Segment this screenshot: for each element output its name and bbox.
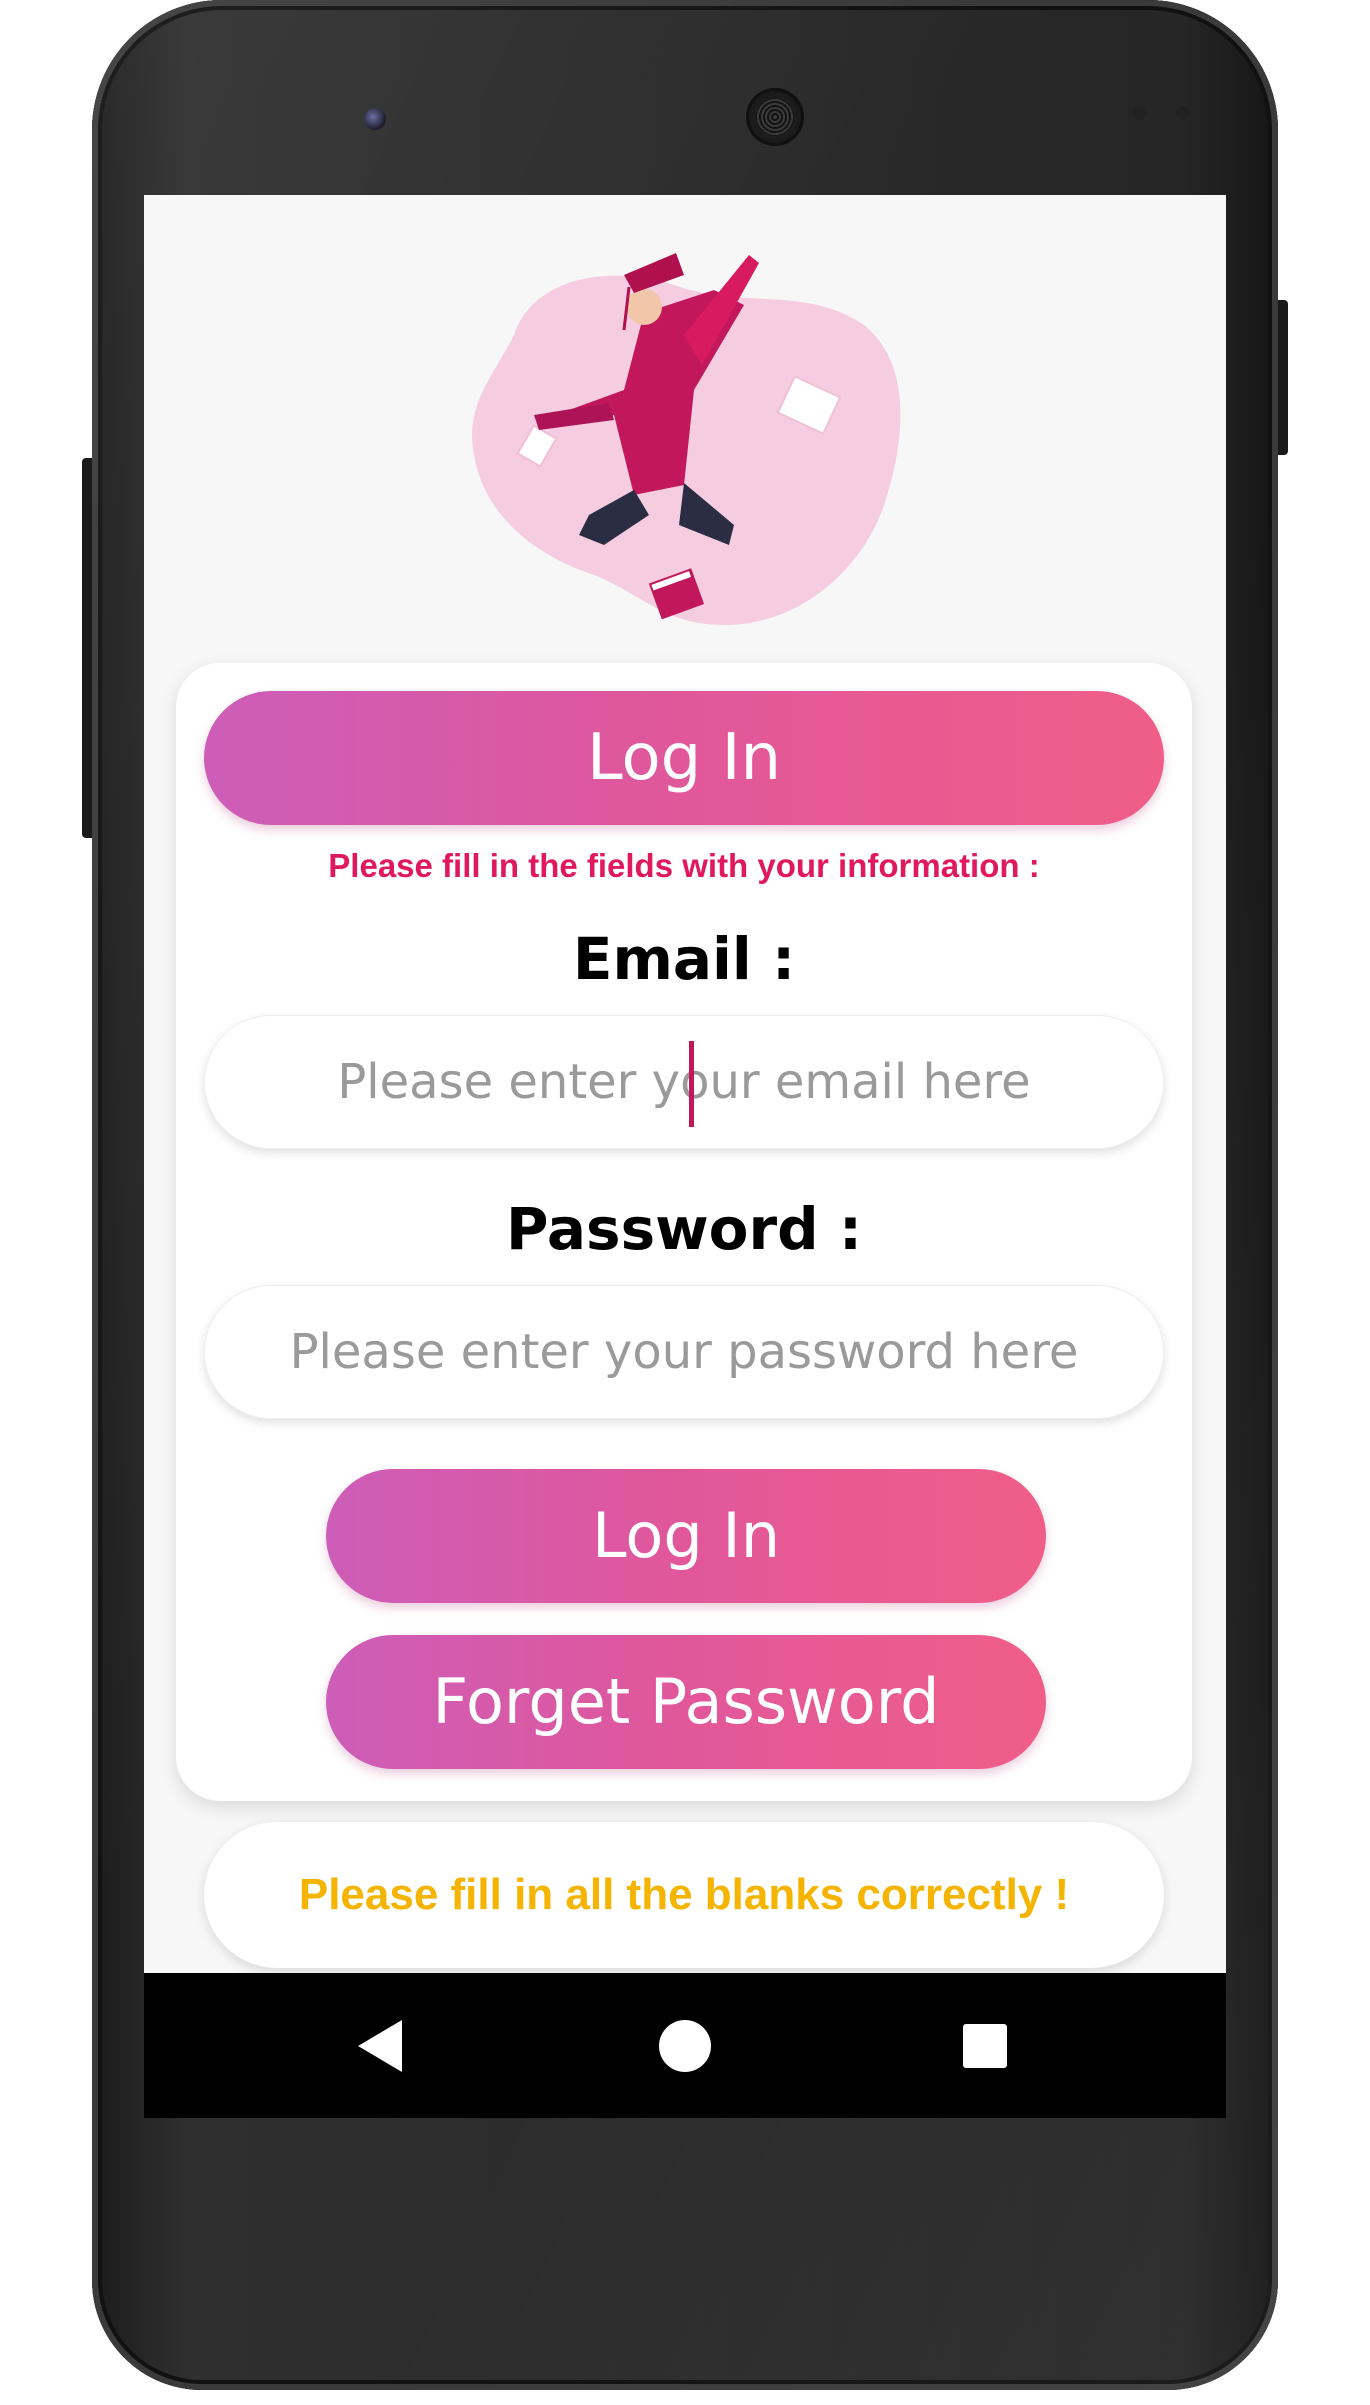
back-icon bbox=[358, 2020, 402, 2072]
recents-icon bbox=[963, 2024, 1007, 2068]
email-label: Email : bbox=[572, 925, 796, 993]
password-label: Password : bbox=[505, 1195, 863, 1263]
recents-button[interactable] bbox=[925, 1973, 1045, 2118]
password-placeholder: Please enter your password here bbox=[289, 1324, 1079, 1380]
error-message: Please fill in all the blanks correctly … bbox=[204, 1822, 1164, 1968]
back-button[interactable] bbox=[320, 1973, 440, 2118]
password-field[interactable]: Please enter your password here bbox=[204, 1285, 1164, 1419]
header-login-button[interactable]: Log In bbox=[204, 691, 1164, 825]
email-field[interactable]: Please enter your email here bbox=[204, 1015, 1164, 1149]
graduate-illustration bbox=[472, 253, 901, 625]
home-button[interactable] bbox=[625, 1973, 745, 2118]
login-button[interactable]: Log In bbox=[326, 1469, 1046, 1603]
forget-password-button[interactable]: Forget Password bbox=[326, 1635, 1046, 1769]
sensor-icon bbox=[1176, 106, 1190, 120]
front-camera-icon bbox=[364, 108, 386, 130]
earpiece-speaker-icon bbox=[746, 88, 804, 146]
system-nav-bar bbox=[144, 1973, 1226, 2118]
sensor-icon bbox=[1132, 106, 1146, 120]
email-placeholder: Please enter your email here bbox=[337, 1054, 1031, 1110]
home-icon bbox=[659, 2020, 711, 2072]
login-card: Log In Please fill in the fields with yo… bbox=[176, 663, 1192, 1801]
instruction-text: Please fill in the fields with your info… bbox=[328, 847, 1040, 884]
app-screen: Log In Please fill in the fields with yo… bbox=[144, 195, 1226, 1973]
text-caret bbox=[689, 1041, 694, 1127]
